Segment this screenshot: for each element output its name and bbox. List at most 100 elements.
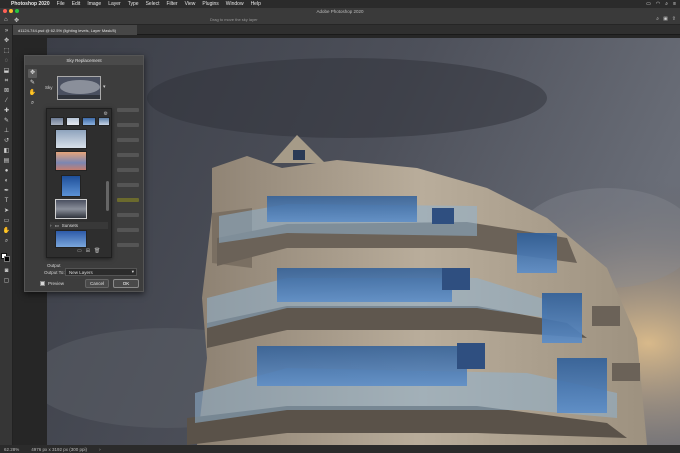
move-tool-icon[interactable]: ✥ (2, 37, 11, 46)
output-to-select[interactable]: New Layers ▾ (65, 268, 137, 276)
sky-preset-thumb[interactable] (55, 230, 87, 248)
folder-label: Sunsets (61, 223, 79, 228)
window-title: Adobe Photoshop 2020 (316, 9, 364, 14)
sky-preset-thumb[interactable] (55, 129, 87, 149)
wifi-icon[interactable]: ◠ (656, 1, 660, 7)
status-bar: 62.28% 4976 px x 3192 px (300 ppi) › (0, 445, 680, 453)
search-icon[interactable]: ⌕ (665, 1, 668, 7)
adjustment-slider[interactable] (117, 183, 139, 187)
menu-image[interactable]: Image (87, 1, 101, 7)
control-center-icon[interactable]: ≡ (673, 1, 676, 7)
options-hint: Drag to move the sky layer (210, 17, 258, 22)
menu-view[interactable]: View (185, 1, 196, 7)
path-select-icon[interactable]: ➤ (2, 207, 11, 216)
eyedropper-icon[interactable]: ⁄ (2, 97, 11, 106)
new-group-icon[interactable]: ▭ (77, 248, 82, 254)
chevron-down-icon: ▾ (131, 269, 134, 274)
zoom-tool-icon[interactable]: ⌕ (28, 99, 37, 108)
battery-icon[interactable]: ▭ (646, 1, 651, 7)
dialog-title: Sky Replacement (25, 56, 143, 65)
menu-file[interactable]: File (57, 1, 65, 7)
pen-tool-icon[interactable]: ✒ (2, 187, 11, 196)
tools-panel: » ✥ ⬚ ◌ ⬓ ⌗ ⊠ ⁄ ✚ ✎ ⊥ ↺ ◧ ▤ ● ◐ ✒ T ➤ ▭ … (0, 25, 13, 445)
gradient-tool-icon[interactable]: ▤ (2, 157, 11, 166)
selected-sky-thumbnail[interactable] (57, 76, 101, 100)
background-color-swatch[interactable] (4, 256, 10, 262)
cancel-button[interactable]: Cancel (85, 279, 109, 288)
adjustment-slider[interactable] (117, 138, 139, 142)
sky-brush-tool-icon[interactable]: ✎ (28, 79, 37, 88)
adjustment-slider-highlighted[interactable] (117, 198, 139, 202)
shape-tool-icon[interactable]: ▭ (2, 217, 11, 226)
eraser-icon[interactable]: ◧ (2, 147, 11, 156)
sky-preset-thumb[interactable] (66, 117, 80, 126)
object-select-icon[interactable]: ⬓ (2, 67, 11, 76)
sky-preset-thumb[interactable] (98, 117, 110, 126)
adjustment-slider[interactable] (117, 243, 139, 247)
blur-tool-icon[interactable]: ● (2, 167, 11, 176)
sky-adjustment-sliders (117, 108, 139, 258)
adjustment-slider[interactable] (117, 213, 139, 217)
adjustment-slider[interactable] (117, 108, 139, 112)
adjustment-slider[interactable] (117, 123, 139, 127)
sky-preset-thumb[interactable] (61, 175, 81, 197)
dodge-tool-icon[interactable]: ◐ (2, 177, 11, 186)
collapse-icon[interactable]: » (2, 27, 11, 36)
output-section-label: Output (47, 263, 61, 268)
lasso-tool-icon[interactable]: ◌ (2, 57, 11, 66)
menu-type[interactable]: Type (128, 1, 139, 7)
options-bar: Adobe Photoshop 2020 ⌂ ✥ Drag to move th… (0, 8, 680, 25)
menu-plugins[interactable]: Plugins (202, 1, 218, 7)
type-tool-icon[interactable]: T (2, 197, 11, 206)
menu-select[interactable]: Select (146, 1, 160, 7)
sky-preset-thumb[interactable] (55, 151, 87, 171)
move-tool-icon[interactable]: ✥ (14, 17, 19, 24)
sky-move-tool-icon[interactable]: ✥ (28, 69, 37, 78)
preview-label: Preview (48, 281, 65, 286)
menu-filter[interactable]: Filter (166, 1, 177, 7)
menu-status-icons: ▭ ◠ ⌕ ≡ (646, 1, 680, 7)
options-right: ⌕ ▣ ⇪ (656, 16, 676, 22)
menu-app-name[interactable]: Photoshop 2020 (11, 1, 50, 7)
menu-window[interactable]: Window (226, 1, 244, 7)
sky-preset-thumb[interactable] (82, 117, 96, 126)
sky-preset-thumb-selected[interactable] (55, 199, 87, 219)
quick-mask-icon[interactable]: ◙ (2, 267, 11, 276)
output-to-label: Output To: (44, 270, 65, 275)
output-to-value: New Layers (69, 270, 93, 275)
marquee-tool-icon[interactable]: ⬚ (2, 47, 11, 56)
menu-layer[interactable]: Layer (108, 1, 121, 7)
brush-tool-icon[interactable]: ✎ (2, 117, 11, 126)
menu-edit[interactable]: Edit (72, 1, 81, 7)
sky-preset-thumb[interactable] (50, 117, 64, 126)
sky-folder-sunsets[interactable]: › ▭ Sunsets (50, 222, 108, 229)
chevron-right-icon[interactable]: › (99, 447, 101, 452)
zoom-level[interactable]: 62.28% (4, 447, 19, 452)
sky-dropdown-chevron-icon[interactable]: ▾ (103, 84, 106, 90)
share-icon[interactable]: ⇪ (672, 16, 676, 22)
ok-button[interactable]: OK (113, 279, 139, 288)
adjustment-slider[interactable] (117, 228, 139, 232)
adjustment-slider[interactable] (117, 153, 139, 157)
preview-checkbox[interactable] (40, 281, 45, 286)
clone-stamp-icon[interactable]: ⊥ (2, 127, 11, 136)
hand-tool-icon[interactable]: ✋ (28, 89, 37, 98)
hand-tool-icon[interactable]: ✋ (2, 227, 11, 236)
delete-icon[interactable]: 🗑 (94, 248, 100, 254)
crop-tool-icon[interactable]: ⌗ (2, 77, 11, 86)
workspace-icon[interactable]: ▣ (663, 16, 668, 22)
add-sky-icon[interactable]: ⊞ (86, 248, 90, 254)
folder-icon: ▭ (54, 222, 59, 228)
history-brush-icon[interactable]: ↺ (2, 137, 11, 146)
adjustment-slider[interactable] (117, 168, 139, 172)
document-tab[interactable]: d1124-744.psd @ 62.5% (lighting levels, … (13, 25, 137, 35)
home-icon[interactable]: ⌂ (4, 17, 8, 23)
zoom-tool-icon[interactable]: ⌕ (2, 237, 11, 246)
search-icon[interactable]: ⌕ (656, 16, 659, 22)
panel-scrollbar[interactable] (106, 181, 109, 211)
screen-mode-icon[interactable]: ▢ (2, 277, 11, 286)
healing-brush-icon[interactable]: ✚ (2, 107, 11, 116)
frame-tool-icon[interactable]: ⊠ (2, 87, 11, 96)
menu-help[interactable]: Help (251, 1, 261, 7)
document-tab-bar: d1124-744.psd @ 62.5% (lighting levels, … (13, 25, 680, 35)
